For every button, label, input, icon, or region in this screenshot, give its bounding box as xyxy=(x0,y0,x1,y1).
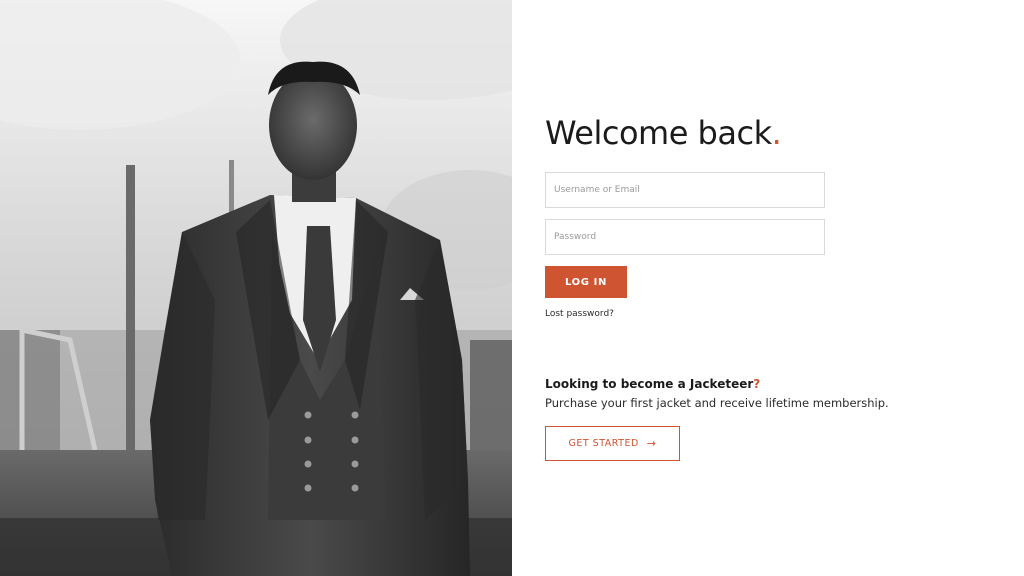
login-button[interactable]: LOG IN xyxy=(545,266,627,298)
signup-description: Purchase your first jacket and receive l… xyxy=(545,396,889,410)
page-title-text: Welcome back xyxy=(545,114,772,152)
signup-heading: Looking to become a Jacketeer? xyxy=(545,377,760,391)
signup-heading-text: Looking to become a Jacketeer xyxy=(545,377,754,391)
page-title: Welcome back. xyxy=(545,114,782,152)
get-started-button[interactable]: GET STARTED → xyxy=(545,426,680,461)
password-input[interactable] xyxy=(545,219,825,255)
hero-photo xyxy=(0,0,512,576)
username-input[interactable] xyxy=(545,172,825,208)
login-panel: Welcome back. LOG IN Lost password? Look… xyxy=(512,0,1024,576)
login-page: Welcome back. LOG IN Lost password? Look… xyxy=(0,0,1024,576)
hero-illustration xyxy=(0,0,512,576)
page-title-dot: . xyxy=(771,114,782,152)
lost-password-link[interactable]: Lost password? xyxy=(545,309,614,319)
signup-heading-mark: ? xyxy=(753,377,761,391)
arrow-right-icon: → xyxy=(646,437,657,450)
get-started-label: GET STARTED xyxy=(568,438,639,449)
